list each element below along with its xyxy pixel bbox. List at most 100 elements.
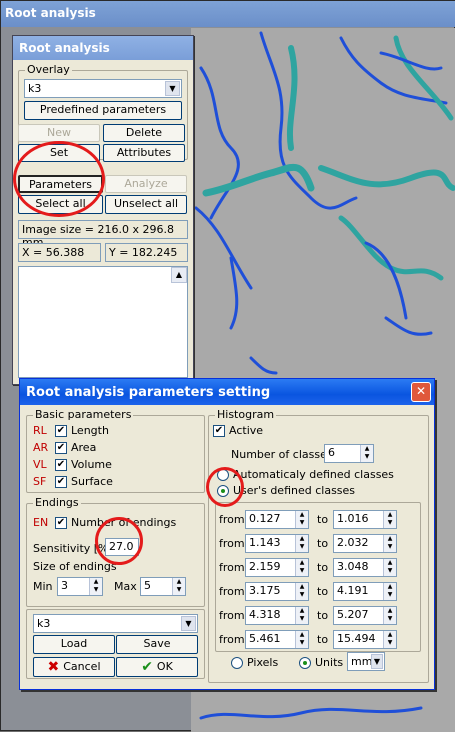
param-row-surface[interactable]: SF ✔ Surface [33, 475, 113, 488]
x-coordinate-readout: X = 56.388 [18, 243, 101, 262]
to-label: to [317, 561, 329, 574]
class-from-stepper[interactable]: 4.318 ▲ ▼ [245, 606, 309, 625]
results-list[interactable]: ▲ [18, 266, 188, 378]
units-select[interactable]: mm ▼ [347, 652, 385, 671]
attributes-button[interactable]: Attributes [103, 144, 185, 162]
class-to-stepper[interactable]: 2.032 ▲ ▼ [333, 534, 397, 553]
max-stepper[interactable]: 5 ▲ ▼ [140, 577, 186, 596]
spin-arrows-icon[interactable]: ▲ ▼ [383, 631, 396, 648]
spin-arrows-icon[interactable]: ▲ ▼ [360, 445, 373, 462]
chevron-down-icon[interactable]: ▼ [181, 616, 196, 631]
size-of-endings-label: Size of endings [33, 560, 117, 573]
pixels-row[interactable]: Pixels [231, 656, 278, 669]
spin-arrows-icon[interactable]: ▲ ▼ [89, 578, 102, 595]
highlight-circle [206, 467, 244, 507]
spin-arrows-icon[interactable]: ▲ ▼ [295, 607, 308, 624]
param-label: Volume [71, 458, 112, 471]
preset-value: k3 [37, 617, 51, 630]
checkbox-icon[interactable]: ✔ [213, 424, 225, 437]
class-from-value: 5.461 [249, 632, 281, 645]
histogram-group: Histogram ✔ Active Number of classes 6 ▲… [208, 408, 429, 683]
checkbox-icon[interactable]: ✔ [55, 424, 67, 437]
checkbox-icon[interactable]: ✔ [55, 441, 67, 454]
class-from-stepper[interactable]: 0.127 ▲ ▼ [245, 510, 309, 529]
class-to-stepper[interactable]: 5.207 ▲ ▼ [333, 606, 397, 625]
endings-code: EN [33, 516, 49, 529]
param-code: SF [33, 475, 47, 488]
predefined-parameters-button[interactable]: Predefined parameters [24, 101, 182, 120]
class-from-stepper[interactable]: 3.175 ▲ ▼ [245, 582, 309, 601]
spin-arrows-icon[interactable]: ▲ ▼ [172, 578, 185, 595]
param-code: VL [33, 458, 47, 471]
spin-arrows-icon[interactable]: ▲ ▼ [383, 511, 396, 528]
min-stepper[interactable]: 3 ▲ ▼ [57, 577, 103, 596]
from-label: from [219, 633, 245, 646]
checkbox-icon[interactable]: ✔ [55, 475, 67, 488]
load-button[interactable]: Load [33, 635, 115, 654]
param-row-area[interactable]: AR ✔ Area [33, 441, 96, 454]
chevron-down-icon[interactable]: ▼ [165, 81, 180, 96]
from-label: from [219, 537, 245, 550]
cancel-x-icon: ✖ [47, 659, 60, 675]
analyze-button[interactable]: Analyze [105, 175, 187, 193]
spin-arrows-icon[interactable]: ▲ ▼ [383, 607, 396, 624]
to-label: to [317, 537, 329, 550]
spin-arrows-icon[interactable]: ▲ ▼ [295, 535, 308, 552]
spin-arrows-icon[interactable]: ▲ ▼ [295, 559, 308, 576]
new-button[interactable]: New [18, 124, 100, 142]
num-classes-value: 6 [328, 446, 335, 459]
spin-arrows-icon[interactable]: ▲ ▼ [295, 583, 308, 600]
spin-arrows-icon[interactable]: ▲ ▼ [383, 535, 396, 552]
delete-button[interactable]: Delete [103, 124, 185, 142]
cancel-button[interactable]: ✖ Cancel [33, 657, 115, 677]
cancel-label: Cancel [63, 660, 101, 673]
class-to-stepper[interactable]: 4.191 ▲ ▼ [333, 582, 397, 601]
auto-classes-label: Automaticaly defined classes [233, 468, 394, 481]
radio-icon[interactable] [231, 656, 243, 669]
from-label: from [219, 561, 245, 574]
class-to-stepper[interactable]: 15.494 ▲ ▼ [333, 630, 397, 649]
user-classes-label: User's defined classes [233, 484, 356, 497]
class-row: from 3.175 ▲ ▼ to 4.191 ▲ ▼ [219, 582, 419, 602]
active-row[interactable]: ✔ Active [213, 424, 263, 437]
class-from-value: 3.175 [249, 584, 281, 597]
class-row: from 2.159 ▲ ▼ to 3.048 ▲ ▼ [219, 558, 419, 578]
chevron-down-icon[interactable]: ▼ [371, 654, 383, 669]
radio-selected-icon[interactable] [299, 656, 311, 669]
units-label: Units [315, 656, 344, 669]
unselect-all-button[interactable]: Unselect all [105, 195, 187, 214]
num-classes-stepper[interactable]: 6 ▲ ▼ [324, 444, 374, 463]
overlay-select[interactable]: k3 ▼ [24, 79, 182, 98]
spin-arrows-icon[interactable]: ▲ ▼ [383, 559, 396, 576]
class-to-value: 4.191 [337, 584, 369, 597]
endings-label: Endings [33, 496, 81, 509]
from-label: from [219, 609, 245, 622]
class-from-stepper[interactable]: 5.461 ▲ ▼ [245, 630, 309, 649]
units-row[interactable]: Units [299, 656, 343, 669]
class-from-stepper[interactable]: 1.143 ▲ ▼ [245, 534, 309, 553]
spin-arrows-icon[interactable]: ▲ ▼ [383, 583, 396, 600]
preset-select[interactable]: k3 ▼ [33, 614, 198, 633]
class-to-value: 2.032 [337, 536, 369, 549]
spin-arrows-icon[interactable]: ▲ ▼ [295, 511, 308, 528]
checkbox-icon[interactable]: ✔ [55, 516, 67, 529]
param-row-volume[interactable]: VL ✔ Volume [33, 458, 112, 471]
close-icon[interactable]: ✕ [411, 382, 431, 402]
y-coordinate-readout: Y = 182.245 [105, 243, 188, 262]
image-size-readout: Image size = 216.0 x 296.8 mm [18, 220, 188, 249]
save-button[interactable]: Save [116, 635, 198, 654]
param-code: AR [33, 441, 49, 454]
scroll-up-icon[interactable]: ▲ [171, 267, 187, 283]
class-from-stepper[interactable]: 2.159 ▲ ▼ [245, 558, 309, 577]
spin-arrows-icon[interactable]: ▲ ▼ [295, 631, 308, 648]
min-label: Min [33, 580, 53, 593]
from-label: from [219, 513, 245, 526]
checkbox-icon[interactable]: ✔ [55, 458, 67, 471]
auto-classes-row[interactable]: Automaticaly defined classes [217, 468, 394, 481]
param-row-length[interactable]: RL ✔ Length [33, 424, 109, 437]
class-from-value: 2.159 [249, 560, 281, 573]
param-code: RL [33, 424, 47, 437]
ok-button[interactable]: ✔ OK [116, 657, 198, 677]
class-to-stepper[interactable]: 1.016 ▲ ▼ [333, 510, 397, 529]
class-to-stepper[interactable]: 3.048 ▲ ▼ [333, 558, 397, 577]
